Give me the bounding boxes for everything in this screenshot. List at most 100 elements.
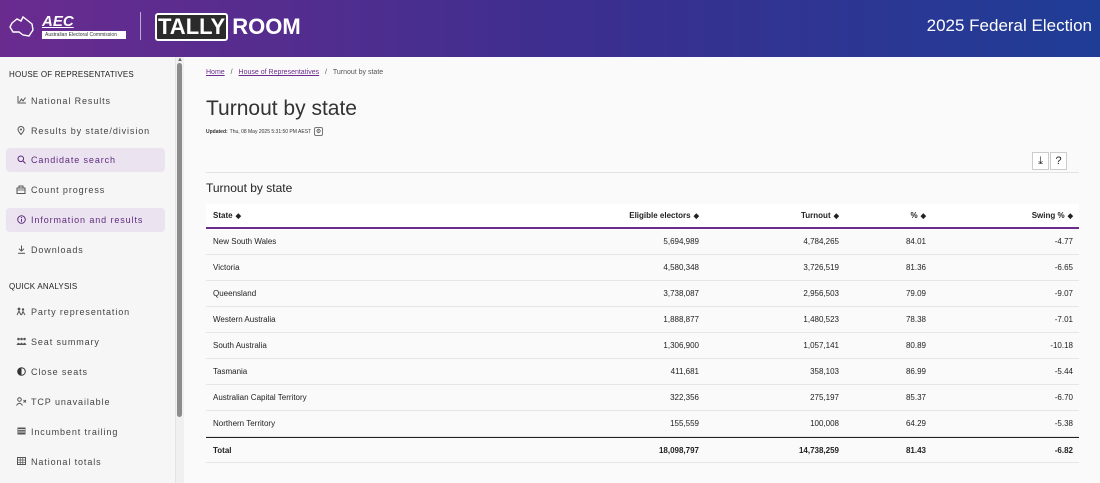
sidebar-scrollbar[interactable]: ▲ bbox=[176, 57, 184, 483]
scrollbar-thumb[interactable] bbox=[177, 63, 182, 417]
sidebar-item-count-progress[interactable]: Count progress bbox=[6, 178, 165, 202]
page-title: Turnout by state bbox=[206, 97, 357, 120]
sidebar-item-label: National Results bbox=[31, 96, 111, 106]
info-icon bbox=[15, 214, 27, 226]
australia-map-icon bbox=[9, 15, 34, 37]
cell-turnout: 2,956,503 bbox=[803, 289, 839, 298]
download-button[interactable]: ⤓ bbox=[1032, 152, 1049, 170]
cell-state: Queensland bbox=[213, 289, 257, 298]
download-icon: ⤓ bbox=[1038, 154, 1043, 167]
breadcrumb-home[interactable]: Home bbox=[206, 69, 225, 76]
help-icon: ? bbox=[1055, 155, 1062, 167]
cell-eligible: 1,306,900 bbox=[663, 341, 699, 350]
table-row: New South Wales 5,694,989 4,784,265 84.0… bbox=[206, 229, 1079, 255]
table-header-row: State ◆ Eligible electors ◆ Turnout ◆ % ◆ Sw… bbox=[206, 204, 1079, 229]
sidebar-item-close-seats[interactable]: Close seats bbox=[6, 360, 165, 384]
cell-total-turnout: 14,738,259 bbox=[798, 445, 839, 455]
table-row: Tasmania 411,681 358,103 86.99 -5.44 bbox=[206, 359, 1079, 385]
breadcrumb-separator: / bbox=[325, 69, 327, 76]
cell-state: New South Wales bbox=[213, 237, 277, 246]
cell-swing: -10.18 bbox=[1050, 341, 1073, 350]
breadcrumb-house[interactable]: House of Representatives bbox=[239, 69, 320, 76]
aec-logo[interactable]: AEC Australian Electoral Commission bbox=[8, 14, 126, 39]
sort-icon: ◆ bbox=[1067, 212, 1073, 220]
cell-percent: 78.38 bbox=[905, 315, 926, 324]
cell-turnout: 4,784,265 bbox=[803, 237, 839, 246]
sidebar-item-label: Close seats bbox=[31, 367, 88, 377]
sidebar-section-quick-analysis: QUICK ANALYSIS bbox=[9, 282, 78, 291]
cell-eligible: 3,738,087 bbox=[663, 289, 699, 298]
cell-swing: -9.07 bbox=[1054, 289, 1073, 298]
app-header: AEC Australian Electoral Commission TALL… bbox=[0, 0, 1100, 57]
sort-icon: ◆ bbox=[693, 212, 699, 220]
people-icon bbox=[15, 337, 27, 348]
cell-percent: 79.09 bbox=[905, 289, 926, 298]
column-header-percent[interactable]: % ◆ bbox=[910, 204, 926, 227]
column-header-eligible-electors[interactable]: Eligible electors ◆ bbox=[629, 204, 699, 227]
cell-eligible: 322,356 bbox=[670, 393, 699, 402]
cell-state: Western Australia bbox=[213, 315, 276, 324]
sidebar-item-label: Party representation bbox=[31, 307, 131, 317]
tally-room-logo[interactable]: TALLY ROOM bbox=[155, 13, 301, 41]
election-title: 2025 Federal Election bbox=[926, 16, 1092, 35]
sidebar-item-results-by-state[interactable]: Results by state/division bbox=[6, 119, 165, 143]
cell-percent: 85.37 bbox=[905, 393, 926, 402]
table-row: Queensland 3,738,087 2,956,503 79.09 -9.… bbox=[206, 281, 1079, 307]
column-header-swing[interactable]: Swing % ◆ bbox=[1032, 204, 1073, 227]
turnout-table: State ◆ Eligible electors ◆ Turnout ◆ % ◆ Sw… bbox=[206, 204, 1079, 463]
cell-eligible: 155,559 bbox=[670, 419, 699, 428]
sort-icon: ◆ bbox=[235, 212, 241, 220]
sidebar-item-seat-summary[interactable]: Seat summary bbox=[6, 330, 165, 354]
cell-swing: -7.01 bbox=[1054, 315, 1073, 324]
sidebar-item-national-results[interactable]: National Results bbox=[6, 89, 165, 113]
cell-turnout: 3,726,519 bbox=[803, 263, 839, 272]
cell-state: Australian Capital Territory bbox=[213, 393, 307, 402]
table-row: Victoria 4,580,348 3,726,519 81.36 -6.65 bbox=[206, 255, 1079, 281]
sidebar-item-information-and-results[interactable]: Information and results bbox=[6, 208, 165, 232]
table-total-row: Total 18,098,797 14,738,259 81.43 -6.82 bbox=[206, 437, 1079, 463]
room-wordmark: ROOM bbox=[232, 14, 301, 39]
contrast-icon bbox=[15, 366, 27, 378]
breadcrumb: Home / House of Representatives / Turnou… bbox=[206, 69, 383, 76]
cell-state: Victoria bbox=[213, 263, 240, 272]
search-icon bbox=[15, 155, 27, 166]
column-header-state[interactable]: State ◆ bbox=[213, 204, 241, 227]
cell-total-label: Total bbox=[213, 445, 232, 455]
table-row: Northern Territory 155,559 100,008 64.29… bbox=[206, 411, 1079, 437]
cell-swing: -5.38 bbox=[1054, 419, 1073, 428]
refresh-settings-icon[interactable]: ⚙ bbox=[314, 127, 324, 136]
sidebar-item-label: National totals bbox=[31, 457, 102, 467]
updated-timestamp: Updated: Thu, 08 May 2025 5:31:50 PM AES… bbox=[206, 127, 324, 136]
table-row: Western Australia 1,888,877 1,480,523 78… bbox=[206, 307, 1079, 333]
cell-eligible: 1,888,877 bbox=[663, 315, 699, 324]
cell-eligible: 411,681 bbox=[670, 367, 699, 376]
sidebar-item-label: Count progress bbox=[31, 185, 106, 195]
sidebar: HOUSE OF REPRESENTATIVES National Result… bbox=[0, 57, 176, 483]
main-content: Home / House of Representatives / Turnou… bbox=[184, 57, 1100, 483]
list-icon bbox=[15, 427, 27, 437]
table-row: South Australia 1,306,900 1,057,141 80.8… bbox=[206, 333, 1079, 359]
cell-percent: 84.01 bbox=[905, 237, 926, 246]
sidebar-item-candidate-search[interactable]: Candidate search bbox=[6, 148, 165, 172]
sidebar-item-label: Incumbent trailing bbox=[31, 427, 119, 437]
sidebar-item-label: TCP unavailable bbox=[31, 397, 111, 407]
sidebar-item-incumbent-trailing[interactable]: Incumbent trailing bbox=[6, 420, 165, 444]
sidebar-item-label: Downloads bbox=[31, 245, 84, 255]
help-button[interactable]: ? bbox=[1050, 152, 1067, 170]
cell-total-eligible: 18,098,797 bbox=[658, 445, 699, 455]
download-icon bbox=[15, 245, 27, 256]
cell-swing: -5.44 bbox=[1054, 367, 1073, 376]
sidebar-item-national-totals[interactable]: National totals bbox=[6, 450, 165, 474]
breadcrumb-separator: / bbox=[230, 69, 233, 76]
cell-total-swing: -6.82 bbox=[1054, 445, 1073, 455]
cell-state: South Australia bbox=[213, 341, 267, 350]
column-header-turnout[interactable]: Turnout ◆ bbox=[801, 204, 839, 227]
cell-state: Northern Territory bbox=[213, 419, 276, 428]
cell-percent: 80.89 bbox=[905, 341, 926, 350]
sidebar-item-downloads[interactable]: Downloads bbox=[6, 238, 165, 262]
sidebar-item-label: Seat summary bbox=[31, 337, 100, 347]
sort-icon: ◆ bbox=[920, 212, 926, 220]
sidebar-item-party-representation[interactable]: Party representation bbox=[6, 300, 165, 324]
chart-icon bbox=[15, 96, 27, 106]
sidebar-item-tcp-unavailable[interactable]: TCP unavailable bbox=[6, 390, 165, 414]
